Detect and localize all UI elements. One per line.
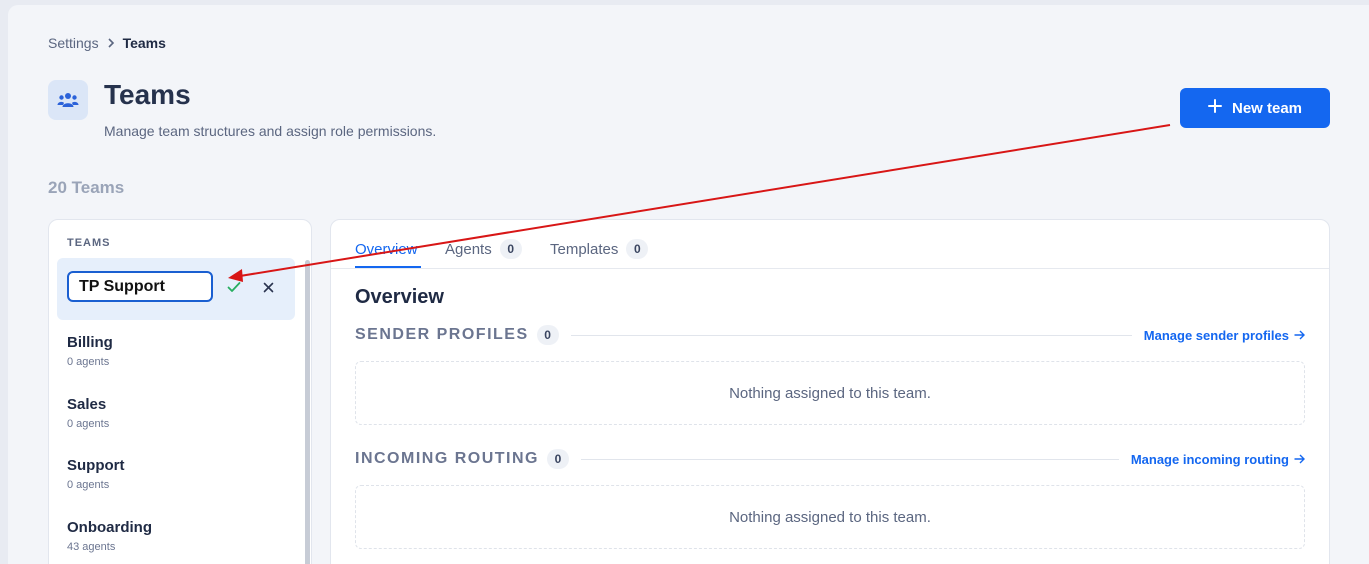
team-agent-count: 0 agents <box>67 418 110 430</box>
link-label: Manage incoming routing <box>1130 451 1289 467</box>
link-label: Manage sender profiles <box>1143 327 1289 343</box>
sender-profiles-empty-state: Nothing assigned to this team. <box>355 361 1305 425</box>
tab-label: Overview <box>355 240 418 258</box>
section-count-badge: 0 <box>536 325 559 345</box>
section-count-badge: 0 <box>547 449 569 469</box>
arrow-right-icon <box>1294 454 1305 464</box>
tab-count-badge: 0 <box>626 239 649 259</box>
tab-bar: Overview Agents 0 Templates 0 <box>331 220 1329 269</box>
page-title: Teams <box>104 79 191 110</box>
team-users-icon <box>48 80 88 120</box>
team-agent-count: 0 agents <box>67 479 110 491</box>
tab-overview[interactable]: Overview <box>355 237 418 261</box>
section-label: INCOMING ROUTING <box>355 450 539 467</box>
team-item-support[interactable]: Support 0 agents <box>67 457 287 501</box>
breadcrumb-current: Teams <box>122 35 166 51</box>
tab-label: Agents <box>445 240 492 258</box>
team-agent-count: 43 agents <box>67 541 116 553</box>
teams-list-header: TEAMS <box>67 237 111 249</box>
teams-list-scrollbar[interactable] <box>305 260 310 564</box>
tab-templates[interactable]: Templates 0 <box>550 237 649 261</box>
confirm-rename-button[interactable] <box>223 276 245 298</box>
sender-profiles-section-header: SENDER PROFILES 0 Manage sender profiles <box>355 323 1305 347</box>
team-edit-row <box>57 258 295 320</box>
check-icon <box>227 282 241 292</box>
new-team-button[interactable]: New team <box>1180 88 1330 128</box>
settings-page: Settings Teams Teams Manage team structu… <box>8 5 1369 564</box>
manage-incoming-routing-link[interactable]: Manage incoming routing <box>1131 452 1305 467</box>
new-team-label: New team <box>1231 99 1303 117</box>
team-name: Billing <box>67 334 113 351</box>
active-tab-indicator <box>355 266 421 268</box>
tab-count-badge: 0 <box>499 239 522 259</box>
page-subtitle: Manage team structures and assign role p… <box>104 123 437 139</box>
close-icon <box>263 282 273 292</box>
tab-agents[interactable]: Agents 0 <box>445 237 522 261</box>
breadcrumb: Settings Teams <box>48 35 166 51</box>
team-name-input[interactable] <box>67 271 213 302</box>
chevron-right-icon <box>107 36 115 51</box>
section-label: SENDER PROFILES <box>355 326 529 343</box>
teams-list-panel: TEAMS Billing 0 agents Sales 0 agents Su… <box>48 219 312 564</box>
team-count: 20 Teams <box>48 178 125 197</box>
section-divider <box>581 458 1119 460</box>
team-detail-panel: Overview Agents 0 Templates 0 Overview S… <box>330 219 1330 564</box>
plus-icon <box>1207 99 1222 117</box>
team-name: Support <box>67 457 125 474</box>
overview-title: Overview <box>355 286 444 308</box>
arrow-right-icon <box>1294 330 1305 340</box>
team-agent-count: 0 agents <box>67 356 110 368</box>
cancel-rename-button[interactable] <box>257 276 279 298</box>
tab-label: Templates <box>550 240 619 258</box>
team-item-onboarding[interactable]: Onboarding 43 agents <box>67 519 287 563</box>
team-item-sales[interactable]: Sales 0 agents <box>67 396 287 440</box>
breadcrumb-settings-link[interactable]: Settings <box>48 35 99 51</box>
team-name: Sales <box>67 396 107 413</box>
team-item-billing[interactable]: Billing 0 agents <box>67 334 287 378</box>
manage-sender-profiles-link[interactable]: Manage sender profiles <box>1144 328 1305 343</box>
team-name: Onboarding <box>67 519 152 536</box>
section-divider <box>570 334 1132 336</box>
incoming-routing-empty-state: Nothing assigned to this team. <box>355 485 1305 549</box>
incoming-routing-section-header: INCOMING ROUTING 0 Manage incoming routi… <box>355 447 1305 471</box>
